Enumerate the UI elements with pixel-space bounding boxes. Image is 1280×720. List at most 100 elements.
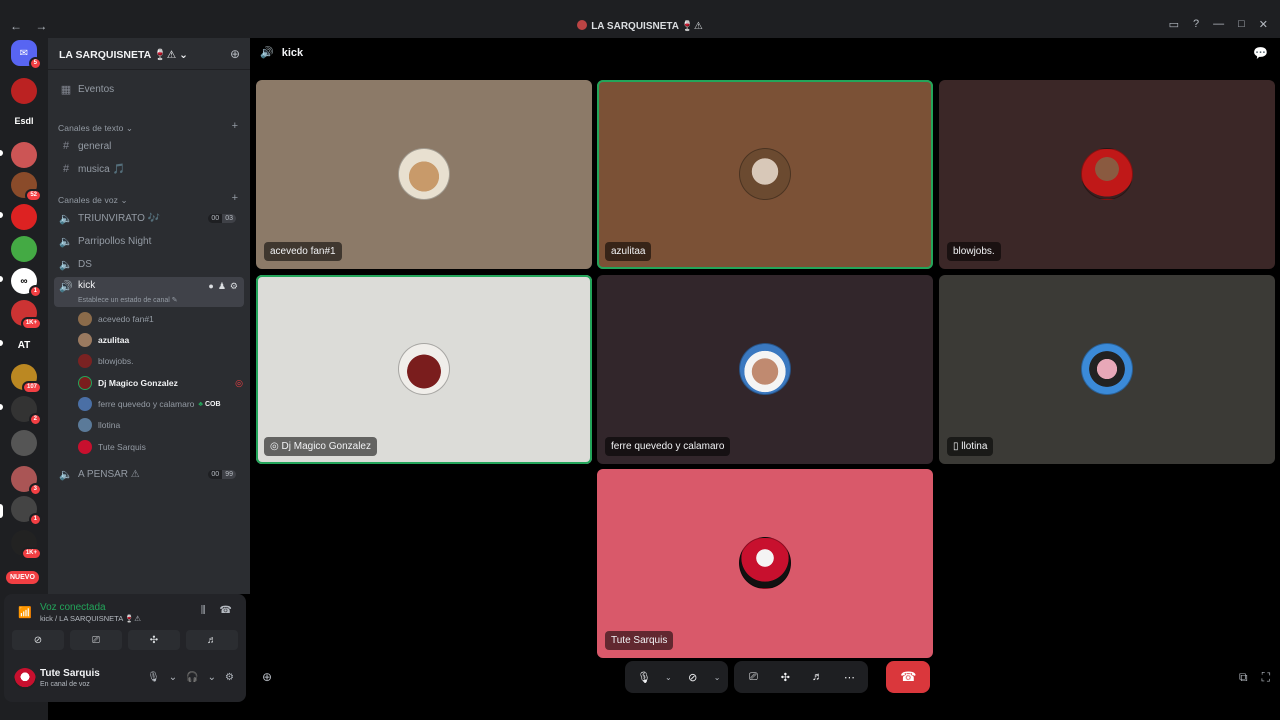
badge: 5 — [28, 57, 42, 70]
chevron-down-icon[interactable]: ⌄ — [665, 673, 672, 682]
invite-to-call-icon[interactable]: ⊕ — [262, 670, 272, 684]
voice-channel-ds[interactable]: 🔈 DS — [54, 254, 244, 274]
server-icon[interactable]: 1K+ — [11, 300, 42, 330]
help-icon[interactable]: ? — [1193, 18, 1199, 31]
server-icon[interactable] — [11, 236, 37, 262]
avatar — [1081, 343, 1133, 395]
guild-header[interactable]: LA SARQUISNETA 🍷⚠ ⌄ ⊕ — [48, 38, 250, 70]
voice-member[interactable]: blowjobs. — [78, 352, 243, 370]
more-options-icon[interactable]: ⋯ — [838, 671, 860, 684]
disconnect-icon[interactable]: ☎ — [220, 605, 232, 616]
participant-tile[interactable]: azulitaa — [597, 80, 933, 269]
soundboard-icon[interactable]: ♬ — [806, 671, 828, 683]
server-esdl[interactable]: Esdl — [11, 108, 37, 134]
microphone-icon[interactable]: 🎙 — [633, 671, 655, 684]
invite-user-icon[interactable]: ⊕ — [230, 47, 240, 61]
new-badge[interactable]: NUEVO — [6, 571, 39, 584]
badge: 1 — [28, 285, 42, 298]
voice-member[interactable]: Tute Sarquis — [78, 438, 243, 456]
channel-musica[interactable]: # musica 🎵 — [54, 159, 244, 179]
gear-icon[interactable]: ⚙ — [225, 672, 234, 683]
voice-channel-a-pensar[interactable]: 🔈 A PENSAR ⚠ 00 99 — [54, 464, 244, 484]
events-label: Eventos — [78, 83, 115, 95]
participant-tile[interactable]: ◎ Dj Magico Gonzalez — [256, 275, 592, 464]
chevron-down-icon[interactable]: ⌄ — [169, 672, 177, 683]
voice-category[interactable]: Canales de voz ⌄ — [58, 195, 128, 206]
participant-tile[interactable]: ▯ llotina — [939, 275, 1275, 464]
server-icon[interactable] — [11, 78, 37, 104]
close-icon[interactable]: ✕ — [1259, 18, 1268, 31]
channel-label: DS — [78, 258, 92, 270]
unread-pill — [0, 212, 3, 218]
server-icon[interactable]: 3 — [11, 466, 42, 496]
server-icon[interactable] — [11, 430, 37, 456]
server-icon[interactable]: 52 — [11, 172, 42, 202]
screen-share-button[interactable]: ⎚ — [70, 630, 122, 650]
voice-member[interactable]: azulitaa — [78, 331, 243, 349]
voice-channel-triunvirato[interactable]: 🔈 TRIUNVIRATO 🎶 00 03 — [54, 208, 244, 228]
participant-tile[interactable]: ferre quevedo y calamaro — [597, 275, 933, 464]
activities-button[interactable]: ✣ — [128, 630, 180, 650]
voice-member[interactable]: Dj Magico Gonzalez ◎ — [78, 374, 243, 392]
participant-tile[interactable]: acevedo fan#1 — [256, 80, 592, 269]
chat-icon[interactable]: 💬 — [1253, 46, 1268, 60]
server-icon[interactable] — [11, 142, 37, 168]
home-button[interactable]: ✉ 5 — [11, 40, 42, 70]
guild-name[interactable]: LA SARQUISNETA 🍷⚠ ⌄ — [59, 48, 188, 61]
gear-icon[interactable]: ⚙ — [230, 281, 238, 292]
disconnect-button[interactable]: ☎ — [886, 661, 931, 693]
invite-icon[interactable]: ♟ — [218, 281, 226, 292]
minimize-icon[interactable]: — — [1213, 18, 1224, 31]
streaming-icon: ◎ — [270, 441, 282, 452]
username[interactable]: Tute Sarquis — [40, 668, 100, 679]
voice-location[interactable]: kick / LA SARQUISNETA 🍷⚠ — [40, 614, 141, 623]
server-icon[interactable]: 2 — [11, 396, 42, 426]
camera-off-icon[interactable]: ⊘ — [682, 671, 704, 684]
count-limit: 99 — [222, 469, 236, 479]
server-at[interactable]: AT — [11, 332, 37, 358]
voice-member[interactable]: llotina — [78, 416, 243, 434]
events-item[interactable]: ▦ Eventos — [54, 79, 244, 99]
add-channel-icon[interactable]: + — [232, 120, 238, 132]
soundboard-button[interactable]: ♬ — [186, 630, 238, 650]
streaming-icon: ◎ — [235, 377, 243, 388]
voice-channel-parripollos[interactable]: 🔈 Parripollos Night — [54, 231, 244, 251]
server-icon[interactable]: 107 — [11, 364, 42, 394]
noise-suppression-icon[interactable]: ⫼ — [201, 605, 206, 616]
chevron-down-icon[interactable]: ⌄ — [208, 672, 216, 683]
fullscreen-icon[interactable]: ⛶ — [1262, 670, 1270, 685]
activities-icon[interactable]: ✣ — [774, 671, 796, 684]
server-icon[interactable] — [11, 204, 37, 230]
participant-tile[interactable]: blowjobs. — [939, 80, 1275, 269]
inbox-icon[interactable]: ▭ — [1169, 18, 1179, 31]
participant-tile[interactable]: Tute Sarquis — [597, 469, 933, 658]
channel-general[interactable]: # general — [54, 136, 244, 156]
channel-status-hint[interactable]: Establece un estado de canal ✎ — [78, 296, 178, 304]
voice-status[interactable]: Voz conectada — [40, 602, 106, 613]
headphones-icon[interactable]: 🎧 — [186, 672, 198, 683]
chevron-down-icon[interactable]: ⌄ — [714, 673, 721, 682]
camera-off-button[interactable]: ⊘ — [12, 630, 64, 650]
chat-icon[interactable]: ● — [208, 281, 213, 292]
server-icon[interactable]: 1K+ — [11, 530, 42, 560]
voice-member[interactable]: ferre quevedo y calamaro ♣ COB — [78, 395, 243, 413]
signal-icon[interactable]: 📶 — [18, 606, 32, 619]
avatar — [739, 148, 791, 200]
microphone-icon[interactable]: 🎙 — [147, 672, 160, 683]
voice-member[interactable]: acevedo fan#1 — [78, 310, 243, 328]
hash-icon: # — [62, 163, 70, 175]
voice-connection-panel: 📶 Voz conectada kick / LA SARQUISNETA 🍷⚠… — [4, 594, 246, 656]
channel-label: TRIUNVIRATO 🎶 — [78, 212, 161, 224]
popout-icon[interactable]: ⧉ — [1239, 670, 1248, 685]
add-channel-icon[interactable]: + — [232, 192, 238, 204]
screen-share-icon[interactable]: ⎚ — [742, 671, 764, 684]
server-icon[interactable]: 1 — [11, 496, 42, 526]
maximize-icon[interactable]: □ — [1238, 18, 1245, 31]
participant-name: Tute Sarquis — [605, 631, 674, 650]
avatar[interactable] — [14, 668, 36, 690]
selected-pill — [0, 504, 3, 518]
text-category[interactable]: Canales de texto ⌄ — [58, 123, 133, 134]
window-title-text: LA SARQUISNETA 🍷⚠ — [591, 21, 703, 32]
server-icon[interactable]: ∞ 1 — [11, 268, 42, 298]
voice-channel-kick[interactable]: 🔊 kick Establece un estado de canal ✎ ● … — [54, 277, 244, 307]
